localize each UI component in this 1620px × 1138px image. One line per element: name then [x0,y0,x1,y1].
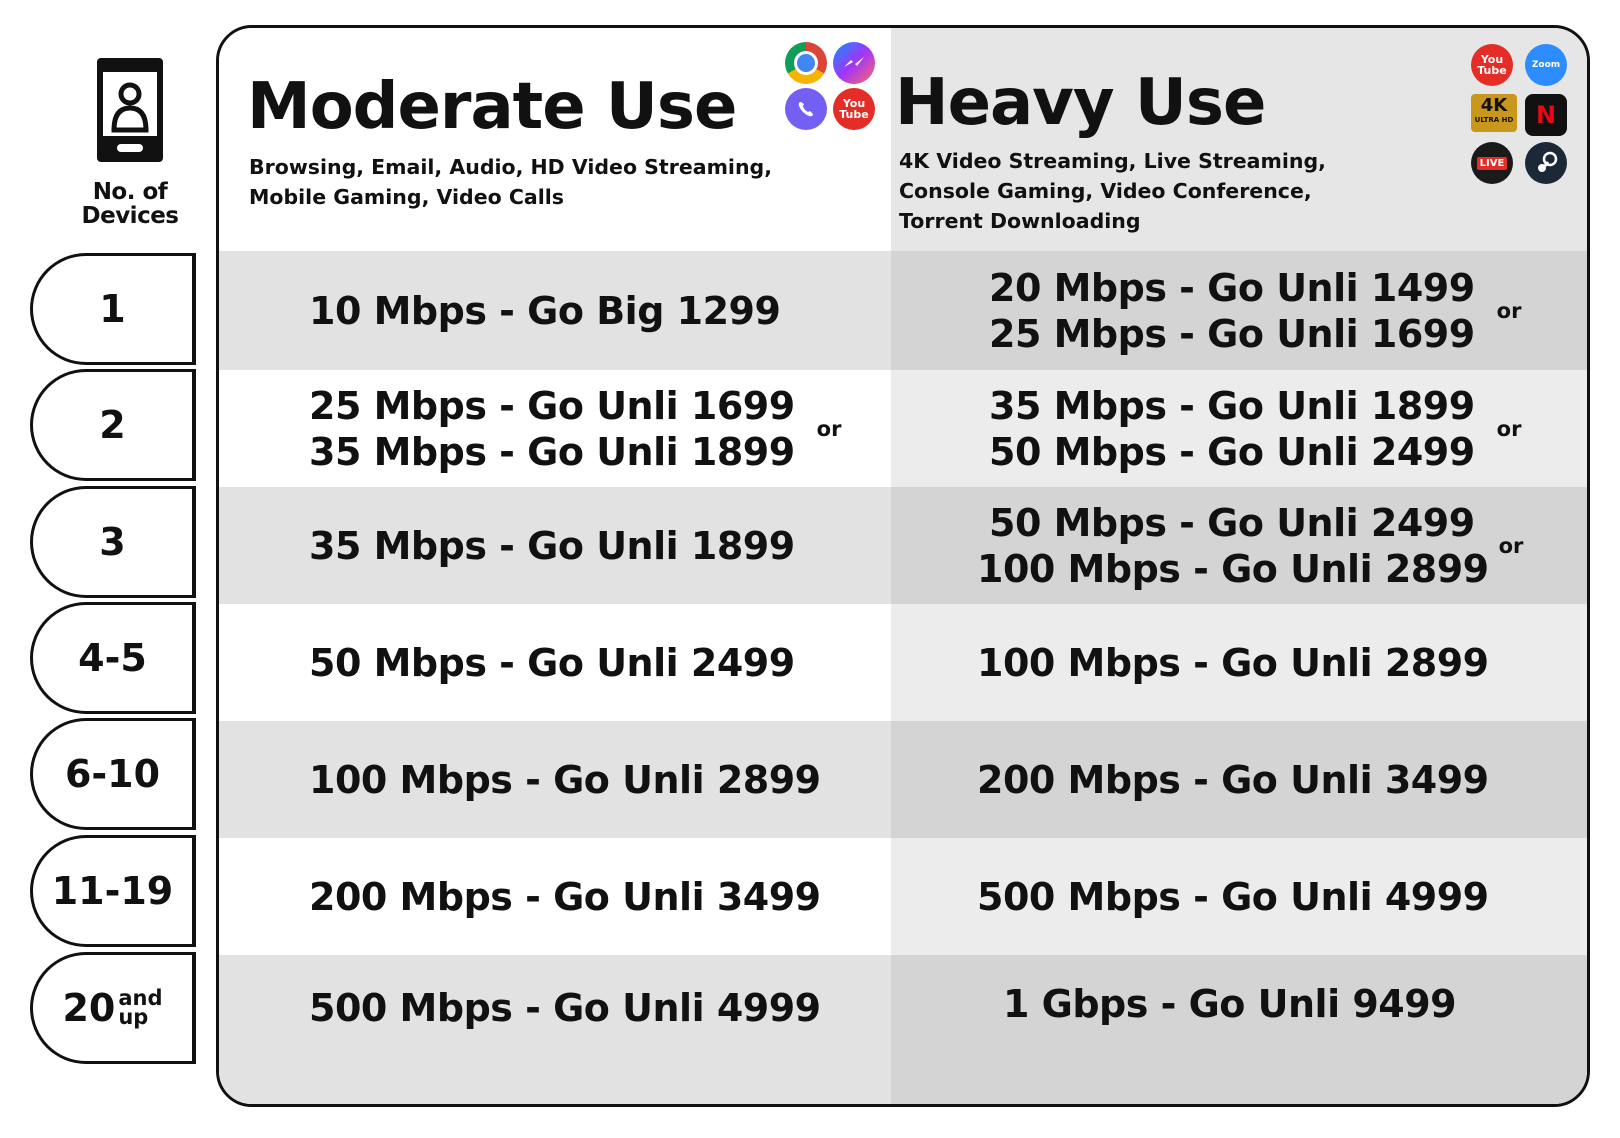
viber-icon [785,88,827,130]
plan-row: 50 Mbps - Go Unli 2499 100 Mbps - Go Unl… [219,604,1587,721]
heavy-subtitle-line3: Torrent Downloading [899,209,1141,233]
plan-option: 100 Mbps - Go Unli 2899 [309,757,821,802]
moderate-plan-cell: 10 Mbps - Go Big 1299 [219,251,891,370]
plan-option: 25 Mbps - Go Unli 1699 [989,311,1475,356]
moderate-plan-cell: 500 Mbps - Go Unli 4999 [219,955,891,1104]
device-count-label: 2 [99,403,126,447]
devices-label-line2: Devices [81,203,180,229]
device-count-label: 6-10 [64,752,161,796]
moderate-plan-cell: 25 Mbps - Go Unli 1699 35 Mbps - Go Unli … [219,370,891,487]
plan-option: 25 Mbps - Go Unli 1699 [309,383,795,428]
device-count-label: 3 [99,520,126,564]
plan-row: 25 Mbps - Go Unli 1699 35 Mbps - Go Unli … [219,370,1587,487]
chrome-icon [785,42,827,84]
plan-option: 500 Mbps - Go Unli 4999 [309,986,821,1030]
netflix-letter: N [1535,101,1557,129]
heavy-plan-cell: 100 Mbps - Go Unli 2899 [891,604,1587,721]
netflix-icon: N [1525,94,1567,136]
plan-row: 10 Mbps - Go Big 1299 20 Mbps - Go Unli … [219,251,1587,370]
messenger-icon [833,42,875,84]
or-label: or [1496,298,1522,323]
moderate-subtitle-line2: Mobile Gaming, Video Calls [249,185,564,209]
device-count-label: 11-19 [51,869,174,913]
zoom-icon: Zoom [1525,44,1567,86]
moderate-subtitle-line1: Browsing, Email, Audio, HD Video Streami… [249,155,773,179]
heavy-subtitle: 4K Video Streaming, Live Streaming, Cons… [899,146,1326,236]
device-count-3: 3 [30,486,196,598]
steam-icon [1525,142,1567,184]
ultrahd-label: ULTRA HD [1474,116,1514,124]
moderate-plan-cell: 100 Mbps - Go Unli 2899 [219,721,891,838]
moderate-plan-cell: 35 Mbps - Go Unli 1899 [219,487,891,604]
heavy-plan-cell: 500 Mbps - Go Unli 4999 [891,838,1587,955]
plan-option: 50 Mbps - Go Unli 2499 [989,500,1475,545]
heavy-subtitle-line2: Console Gaming, Video Conference, [899,179,1312,203]
plan-option: 50 Mbps - Go Unli 2499 [309,640,795,685]
plan-option: 200 Mbps - Go Unli 3499 [309,874,821,919]
devices-header: No. of Devices [60,58,200,228]
devices-label-line1: No. of [92,179,168,205]
device-count-20-up: 20 and up [30,952,196,1064]
heavy-title: Heavy Use [895,66,1266,140]
or-label: or [1498,533,1524,558]
or-label: or [816,416,842,441]
4k-ultrahd-icon: 4K ULTRA HD [1471,94,1517,132]
heavy-plan-cell: 50 Mbps - Go Unli 2499 100 Mbps - Go Unli… [891,487,1587,604]
device-count-suffix: and up [118,986,163,1029]
devices-label: No. of Devices [60,180,200,228]
zoom-icon-label: Zoom [1531,60,1561,70]
device-count-6-10: 6-10 [30,718,196,830]
plan-option: 35 Mbps - Go Unli 1899 [309,523,795,568]
moderate-plan-cell: 200 Mbps - Go Unli 3499 [219,838,891,955]
plan-option: 100 Mbps - Go Unli 2899 [977,546,1489,591]
device-count-1: 1 [30,253,196,365]
or-label: or [1496,416,1522,441]
plan-option: 1 Gbps - Go Unli 9499 [1003,982,1457,1026]
plan-row: 100 Mbps - Go Unli 2899 200 Mbps - Go Un… [219,721,1587,838]
device-count-4-5: 4-5 [30,602,196,714]
moderate-plan-cell: 50 Mbps - Go Unli 2499 [219,604,891,721]
plan-option: 500 Mbps - Go Unli 4999 [977,874,1489,919]
4k-label: 4K [1480,95,1508,116]
plan-option: 10 Mbps - Go Big 1299 [309,288,781,333]
youtube-icon: You Tube [833,88,875,130]
device-count-label: 4-5 [78,636,147,680]
plan-option: 20 Mbps - Go Unli 1499 [989,265,1475,310]
heavy-plan-cell: 20 Mbps - Go Unli 1499 25 Mbps - Go Unli … [891,251,1587,370]
plan-option: 100 Mbps - Go Unli 2899 [977,640,1489,685]
plan-option: 35 Mbps - Go Unli 1899 [309,429,795,474]
heavy-subtitle-line1: 4K Video Streaming, Live Streaming, [899,149,1326,173]
plan-option: 200 Mbps - Go Unli 3499 [977,757,1489,802]
plan-option: 35 Mbps - Go Unli 1899 [989,383,1475,428]
device-count-label: 20 [62,986,116,1030]
heavy-plan-cell: 200 Mbps - Go Unli 3499 [891,721,1587,838]
live-icon: LIVE [1471,142,1513,184]
plan-row: 500 Mbps - Go Unli 4999 1 Gbps - Go Unli… [219,955,1587,1104]
plans-table: Moderate Use Browsing, Email, Audio, HD … [216,25,1590,1107]
moderate-title: Moderate Use [247,70,737,144]
device-count-11-19: 11-19 [30,835,196,947]
plan-row: 35 Mbps - Go Unli 1899 50 Mbps - Go Unli… [219,487,1587,604]
heavy-plan-cell: 1 Gbps - Go Unli 9499 [891,955,1587,1104]
live-label: LIVE [1476,156,1508,170]
device-count-2: 2 [30,369,196,481]
plan-option: 50 Mbps - Go Unli 2499 [989,429,1475,474]
moderate-subtitle: Browsing, Email, Audio, HD Video Streami… [249,152,772,212]
youtube-icon: You Tube [1471,44,1513,86]
device-count-label: 1 [99,287,126,331]
plan-row: 200 Mbps - Go Unli 3499 500 Mbps - Go Un… [219,838,1587,955]
heavy-plan-cell: 35 Mbps - Go Unli 1899 50 Mbps - Go Unli … [891,370,1587,487]
phone-user-icon [97,58,163,162]
